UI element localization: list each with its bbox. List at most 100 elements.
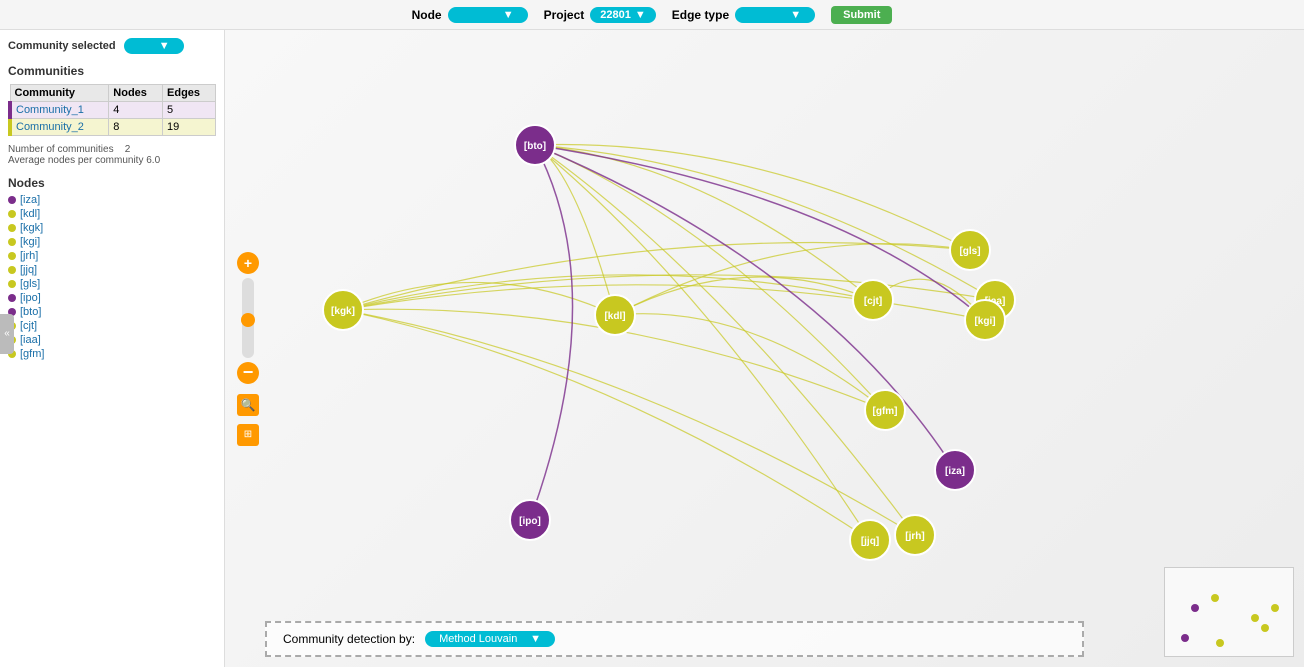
communities-section-title: Communities	[8, 64, 216, 78]
project-value: 22801	[600, 9, 631, 21]
mini-map-svg	[1165, 568, 1295, 658]
col-edges: Edges	[163, 85, 216, 102]
sidebar: Community selected ▼ Communities Communi…	[0, 30, 225, 667]
node-dot	[8, 280, 16, 288]
node-id: [ipo]	[20, 292, 41, 304]
zoom-fit-button[interactable]: ⊞	[237, 424, 259, 446]
node-label: [kdl]	[604, 311, 625, 322]
list-item[interactable]: [cjt]	[8, 320, 216, 332]
node-dot	[8, 196, 16, 204]
community-selected-value	[138, 40, 141, 52]
node-dot	[8, 266, 16, 274]
node-dropdown[interactable]: ▼	[448, 7, 528, 23]
community-selected-label: Community selected	[8, 40, 116, 52]
zoom-thumb	[241, 313, 255, 327]
node-id: [kgi]	[20, 236, 40, 248]
graph-node[interactable]: [iza]	[935, 450, 975, 490]
community-row: Community_145	[10, 102, 216, 119]
graph-area: [bto][kgk][kdl][gls][cjt][iaa][kgi][gfm]…	[225, 30, 1304, 667]
graph-node[interactable]: [jrh]	[895, 515, 935, 555]
node-label: [iza]	[945, 466, 965, 477]
list-item[interactable]: [gls]	[8, 278, 216, 290]
node-label: [kgi]	[974, 316, 995, 327]
graph-node[interactable]: [jjq]	[850, 520, 890, 560]
top-bar: Node ▼ Project 22801 ▼ Edge type ▼ Submi…	[0, 0, 1304, 30]
graph-node[interactable]: [kdl]	[595, 295, 635, 335]
node-id: [iza]	[20, 194, 40, 206]
community-name[interactable]: Community_2	[10, 119, 109, 136]
minimap-dot	[1251, 614, 1259, 622]
project-control: Project 22801 ▼	[544, 7, 656, 23]
list-item[interactable]: [kdl]	[8, 208, 216, 220]
collapse-button[interactable]: «	[0, 314, 14, 354]
node-label: [ipo]	[519, 516, 541, 527]
community-selected-row: Community selected ▼	[8, 38, 216, 54]
node-id: [gfm]	[20, 348, 44, 360]
col-community: Community	[10, 85, 109, 102]
zoom-in-button[interactable]: +	[237, 252, 259, 274]
list-item[interactable]: [iaa]	[8, 334, 216, 346]
node-dot	[8, 294, 16, 302]
edge-type-control: Edge type ▼	[672, 7, 815, 23]
graph-node[interactable]: [bto]	[515, 125, 555, 165]
communities-table: Community Nodes Edges Community_145Commu…	[8, 84, 216, 136]
community-nodes: 8	[109, 119, 163, 136]
node-id: [kdl]	[20, 208, 40, 220]
minimap-dot	[1191, 604, 1199, 612]
node-label: Node	[412, 8, 442, 22]
node-label: [jjq]	[861, 536, 879, 547]
edge-type-dropdown[interactable]: ▼	[735, 7, 815, 23]
list-item[interactable]: [bto]	[8, 306, 216, 318]
graph-node[interactable]: [cjt]	[853, 280, 893, 320]
detection-method-value: Method Louvain	[439, 633, 517, 645]
zoom-out-button[interactable]: −	[237, 362, 259, 384]
node-dot	[8, 224, 16, 232]
node-label: [bto]	[524, 141, 546, 152]
graph-edge-purple	[535, 145, 985, 320]
minimap-dot	[1271, 604, 1279, 612]
graph-edge-yellow	[535, 145, 970, 250]
community-edges: 19	[163, 119, 216, 136]
zoom-search-button[interactable]: 🔍	[237, 394, 259, 416]
community-name[interactable]: Community_1	[10, 102, 109, 119]
node-dot	[8, 238, 16, 246]
detection-method-dropdown[interactable]: Method Louvain ▼	[425, 631, 555, 647]
detection-label: Community detection by:	[283, 632, 415, 646]
list-item[interactable]: [gfm]	[8, 348, 216, 360]
project-label: Project	[544, 8, 585, 22]
graph-node[interactable]: [gls]	[950, 230, 990, 270]
nodes-section-title: Nodes	[8, 176, 216, 190]
node-dropdown-arrow: ▼	[503, 9, 514, 21]
minimap-dot	[1261, 624, 1269, 632]
graph-node[interactable]: [kgi]	[965, 300, 1005, 340]
minimap-dot	[1181, 634, 1189, 642]
list-item[interactable]: [jjq]	[8, 264, 216, 276]
node-label: [gfm]	[873, 406, 898, 417]
collapse-icon: «	[4, 328, 10, 339]
list-item[interactable]: [ipo]	[8, 292, 216, 304]
list-item[interactable]: [kgk]	[8, 222, 216, 234]
community-selected-dropdown[interactable]: ▼	[124, 38, 184, 54]
community-edges: 5	[163, 102, 216, 119]
graph-node[interactable]: [gfm]	[865, 390, 905, 430]
list-item[interactable]: [iza]	[8, 194, 216, 206]
stat-communities: Number of communities 2	[8, 144, 216, 155]
node-id: [iaa]	[20, 334, 41, 346]
node-id: [jrh]	[20, 250, 38, 262]
list-item[interactable]: [jrh]	[8, 250, 216, 262]
graph-node[interactable]: [ipo]	[510, 500, 550, 540]
community-selected-arrow: ▼	[159, 40, 170, 52]
node-id: [bto]	[20, 306, 41, 318]
list-item[interactable]: [kgi]	[8, 236, 216, 248]
detection-dropdown-arrow: ▼	[530, 633, 541, 645]
stat-avg-nodes: Average nodes per community 6.0	[8, 155, 216, 166]
community-nodes: 4	[109, 102, 163, 119]
project-dropdown[interactable]: 22801 ▼	[590, 7, 655, 23]
submit-button[interactable]: Submit	[831, 6, 892, 24]
zoom-slider[interactable]	[242, 278, 254, 358]
graph-node[interactable]: [kgk]	[323, 290, 363, 330]
project-dropdown-arrow: ▼	[635, 9, 646, 21]
node-dot	[8, 252, 16, 260]
edges-group	[343, 145, 995, 540]
graph-edge-purple	[530, 145, 573, 520]
